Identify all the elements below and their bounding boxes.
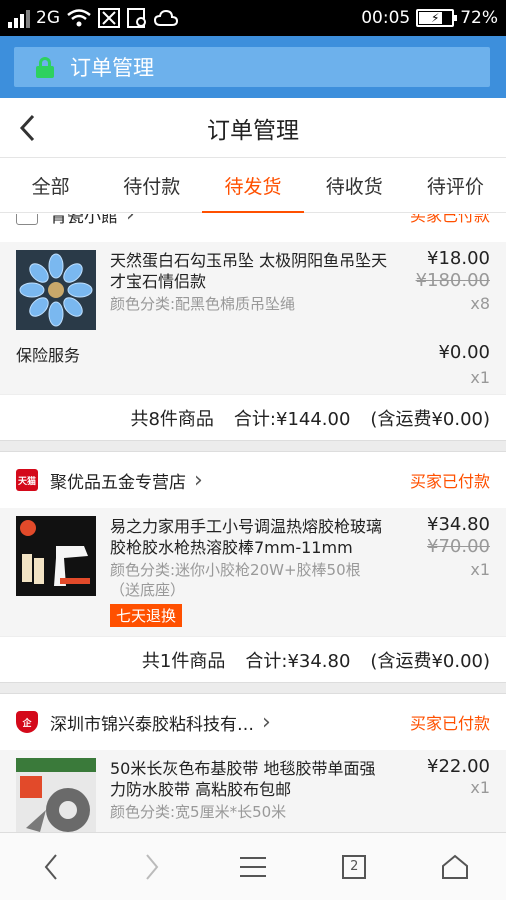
order-list[interactable]: 青瓷小館 › 买家已付款 天然蛋白石勾玉吊坠 太极阴阳鱼吊坠天才宝石情侣款 颜色… — [0, 214, 506, 832]
service-price: ¥0.00 — [438, 342, 490, 363]
product-quantity: x8 — [470, 294, 490, 313]
chevron-right-icon: › — [262, 709, 271, 735]
item-count: 共1件商品 — [141, 650, 226, 672]
product-image — [16, 250, 96, 330]
order-status: 买家已付款 — [409, 214, 490, 225]
order-status: 买家已付款 — [409, 472, 490, 491]
product-price: ¥22.00 — [427, 756, 490, 777]
chevron-right-icon: › — [194, 467, 203, 493]
home-icon — [442, 854, 469, 879]
tab-pending-review[interactable]: 待评价 — [405, 159, 506, 212]
product-original-price: ¥180.00 — [415, 270, 490, 291]
product-price: ¥18.00 — [427, 248, 490, 269]
shop-name: 聚优品五金专营店 — [50, 472, 186, 493]
address-bar[interactable]: 订单管理 — [14, 47, 490, 87]
notification-icon — [127, 8, 146, 28]
cloud-icon — [154, 9, 178, 26]
product-image — [16, 516, 96, 596]
lock-icon — [36, 57, 54, 78]
wifi-icon — [67, 9, 91, 27]
tab-pending-payment[interactable]: 待付款 — [101, 159, 202, 212]
page-header: 订单管理 — [0, 98, 506, 158]
shop-name: 深圳市锦兴泰胶粘科技有… — [50, 714, 254, 735]
product-title: 天然蛋白石勾玉吊坠 太极阴阳鱼吊坠天才宝石情侣款 — [110, 251, 388, 291]
scissors-icon — [98, 8, 120, 28]
chevron-left-icon — [19, 114, 35, 142]
browser-bar: 订单管理 — [0, 36, 506, 98]
product-quantity: x1 — [470, 778, 490, 797]
product-sku: 颜色分类:宽5厘米*长50米 — [110, 803, 287, 821]
divider — [0, 682, 506, 694]
order-item[interactable]: 易之力家用手工小号调温热熔胶枪玻璃胶枪胶水枪热溶胶棒7mm-11mm 颜色分类:… — [0, 508, 506, 636]
item-count: 共8件商品 — [130, 408, 214, 430]
order-total: 合计:¥144.00 — [233, 408, 351, 430]
nav-forward-icon — [146, 853, 159, 880]
clock: 00:05 — [361, 8, 411, 28]
tmall-icon: 天猫 — [16, 469, 38, 491]
browser-bottom-nav: 2 — [0, 832, 506, 900]
product-image — [16, 758, 96, 832]
tabs-count: 2 — [350, 859, 359, 874]
tab-pending-shipment[interactable]: 待发货 — [202, 159, 304, 213]
order-item[interactable]: 天然蛋白石勾玉吊坠 太极阴阳鱼吊坠天才宝石情侣款 颜色分类:配黑色棉质吊坠绳 ¥… — [0, 242, 506, 338]
page-title: 订单管理 — [207, 117, 299, 144]
menu-icon — [240, 856, 266, 877]
back-button[interactable] — [18, 113, 44, 143]
shipping-fee: (含运费¥0.00) — [370, 650, 490, 672]
order-item[interactable]: 50米长灰色布基胶带 地毯胶带单面强力防水胶带 高粘胶布包邮 颜色分类:宽5厘米… — [0, 750, 506, 832]
status-bar: 2G 00:05 ⚡ 72% — [0, 0, 506, 36]
product-sku: 颜色分类:配黑色棉质吊坠绳 — [110, 295, 296, 313]
home-button[interactable] — [405, 833, 506, 900]
menu-button[interactable] — [202, 833, 303, 900]
signal-icon — [8, 8, 30, 28]
product-quantity: x1 — [470, 560, 490, 579]
shop-icon — [16, 214, 38, 225]
order-summary: 共8件商品 合计:¥144.00 (含运费¥0.00) — [0, 394, 506, 440]
chevron-right-icon: › — [126, 214, 135, 227]
tab-all[interactable]: 全部 — [0, 159, 101, 212]
shipping-fee: (含运费¥0.00) — [370, 408, 490, 430]
order-status: 买家已付款 — [409, 714, 490, 733]
order-total: 合计:¥34.80 — [245, 650, 351, 672]
service-quantity: x1 — [470, 368, 490, 387]
seven-day-return-badge: 七天退换 — [110, 604, 183, 627]
network-type: 2G — [36, 8, 60, 28]
tabs-count-icon: 2 — [342, 854, 367, 879]
product-price: ¥34.80 — [427, 514, 490, 535]
product-title: 易之力家用手工小号调温热熔胶枪玻璃胶枪胶水枪热溶胶棒7mm-11mm — [110, 517, 383, 557]
nav-forward-button[interactable] — [101, 833, 202, 900]
service-label: 保险服务 — [16, 346, 81, 365]
product-original-price: ¥70.00 — [427, 536, 490, 557]
shop-header[interactable]: 青瓷小館 › 买家已付款 — [0, 214, 506, 242]
nav-back-button[interactable] — [0, 833, 101, 900]
insurance-service: 保险服务 ¥0.00 x1 — [0, 338, 506, 394]
address-bar-title: 订单管理 — [70, 56, 154, 80]
order-tabs: 全部 待付款 待发货 待收货 待评价 — [0, 159, 506, 213]
product-sku: 颜色分类:迷你小胶枪20W+胶棒50根（送底座） — [110, 561, 361, 599]
battery-icon: ⚡ — [416, 9, 458, 27]
divider — [0, 440, 506, 452]
shop-name: 青瓷小館 — [50, 214, 118, 227]
order-summary: 共1件商品 合计:¥34.80 (含运费¥0.00) — [0, 636, 506, 682]
tabs-button[interactable]: 2 — [304, 833, 405, 900]
enterprise-shield-icon: 企 — [16, 711, 38, 733]
shop-header[interactable]: 天猫 聚优品五金专营店 › 买家已付款 — [0, 452, 506, 508]
product-title: 50米长灰色布基胶带 地毯胶带单面强力防水胶带 高粘胶布包邮 — [110, 759, 376, 799]
battery-percent: 72% — [460, 8, 498, 28]
nav-back-icon — [44, 853, 57, 880]
shop-header[interactable]: 企 深圳市锦兴泰胶粘科技有… › 买家已付款 — [0, 694, 506, 750]
tab-pending-receipt[interactable]: 待收货 — [304, 159, 405, 212]
